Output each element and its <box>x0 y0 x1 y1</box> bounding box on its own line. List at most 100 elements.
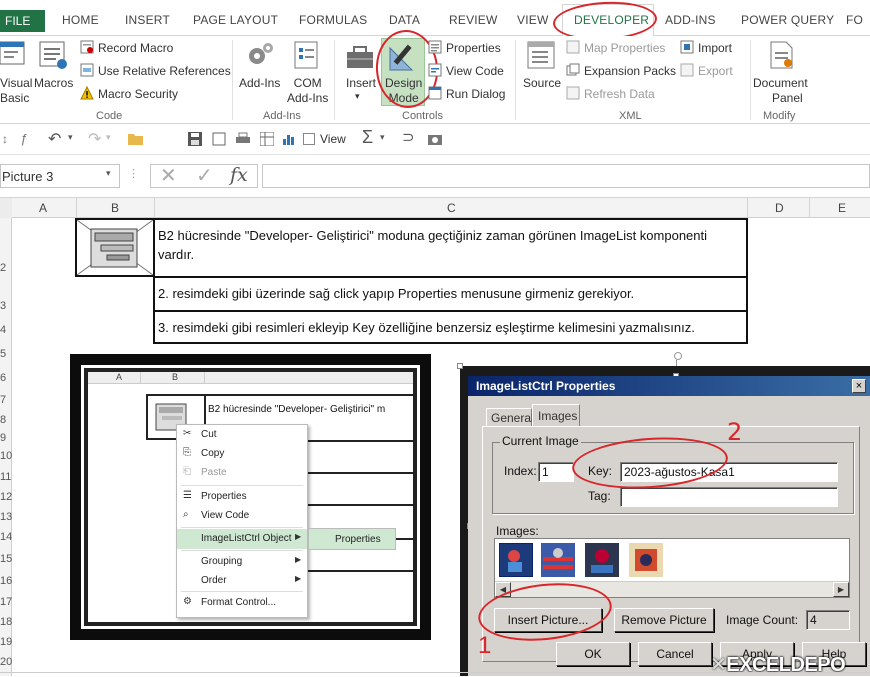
undo-dropdown-icon[interactable]: ▾ <box>68 132 73 143</box>
row-header[interactable]: 18 <box>0 616 12 628</box>
add-ins-button[interactable]: Add-Ins <box>239 76 280 90</box>
tab-add-ins[interactable]: ADD-INS <box>665 13 716 27</box>
tab-images[interactable]: Images <box>532 404 580 426</box>
row-header[interactable]: 5 <box>0 348 6 360</box>
insert-function-small-icon[interactable]: ƒ <box>20 131 27 146</box>
row-header[interactable]: 8 <box>0 414 6 426</box>
redo-dropdown-icon[interactable]: ▾ <box>106 132 111 143</box>
row-header[interactable]: 6 <box>0 372 6 384</box>
enter-check-icon[interactable]: ✓ <box>196 163 213 188</box>
menu-item-cut[interactable]: Cut <box>177 425 307 445</box>
row-header[interactable]: 10 <box>0 450 12 462</box>
open-folder-icon[interactable] <box>128 132 144 146</box>
tab-review[interactable]: REVIEW <box>449 13 498 27</box>
view-code-button[interactable]: View Code <box>446 64 504 78</box>
ok-button[interactable]: OK <box>556 642 630 666</box>
attach-paperclip-icon[interactable]: ⊃ <box>402 128 415 146</box>
row-header[interactable]: 9 <box>0 432 6 444</box>
export-button[interactable]: Export <box>698 64 733 78</box>
tab-home[interactable]: HOME <box>62 13 99 27</box>
sort-icon[interactable]: ↕ <box>2 132 8 146</box>
image-thumb-3[interactable] <box>585 543 619 577</box>
insert-function-fx-icon[interactable]: fx <box>230 164 248 186</box>
row-header[interactable]: 3 <box>0 300 6 312</box>
menu-item-view-code[interactable]: View Code <box>177 506 307 526</box>
chart-icon[interactable] <box>282 132 296 146</box>
tab-insert[interactable]: INSERT <box>125 13 170 27</box>
print-icon[interactable] <box>236 132 250 146</box>
autosum-sigma-icon[interactable]: Σ <box>362 127 373 148</box>
redo-icon[interactable]: ↷ <box>88 129 101 149</box>
scroll-right-arrow-icon[interactable]: ▶ <box>833 582 849 597</box>
dialog-close-button[interactable]: × <box>852 379 866 393</box>
document-panel-button[interactable]: Document Panel <box>753 76 808 106</box>
menu-item-imagelistctrl-object[interactable]: ImageListCtrl Object <box>177 529 307 549</box>
cancel-x-icon[interactable]: ✕ <box>160 163 177 188</box>
view-checkbox[interactable] <box>303 133 315 145</box>
row-header[interactable]: 4 <box>0 324 6 336</box>
column-header-e[interactable]: E <box>838 201 846 215</box>
column-header-b[interactable]: B <box>111 201 119 215</box>
menu-item-paste[interactable]: Paste <box>177 463 307 483</box>
expansion-packs-button[interactable]: Expansion Packs <box>584 64 676 78</box>
camera-icon[interactable] <box>428 132 442 146</box>
cell-c3[interactable]: 2. resimdeki gibi üzerinde sağ click yap… <box>153 276 748 312</box>
tag-input[interactable] <box>620 487 838 507</box>
formula-input[interactable] <box>262 164 870 188</box>
tab-formulas[interactable]: FORMULAS <box>299 13 367 27</box>
tab-general[interactable]: General <box>486 408 534 426</box>
row-header[interactable]: 19 <box>0 636 12 648</box>
menu-item-properties[interactable]: Properties <box>177 487 307 507</box>
refresh-data-button[interactable]: Refresh Data <box>584 87 655 101</box>
row-header[interactable]: 7 <box>0 394 6 406</box>
record-macro-button[interactable]: Record Macro <box>98 41 173 55</box>
tab-page-layout[interactable]: PAGE LAYOUT <box>193 13 278 27</box>
macros-button[interactable]: Macros <box>34 76 73 90</box>
row-header[interactable]: 20 <box>0 656 12 668</box>
image-thumb-1[interactable] <box>499 543 533 577</box>
insert-controls-button[interactable]: Insert <box>346 76 376 90</box>
row-header[interactable]: 17 <box>0 596 12 608</box>
save-icon[interactable] <box>188 132 202 146</box>
menu-item-grouping[interactable]: Grouping <box>177 552 307 572</box>
row-header[interactable]: 13 <box>0 511 12 523</box>
tab-power-query[interactable]: POWER QUERY <box>741 13 834 27</box>
menu-item-format-control[interactable]: Format Control... <box>177 593 307 613</box>
row-header[interactable]: 11 <box>0 471 11 483</box>
print-preview-icon[interactable] <box>212 132 226 146</box>
row-header[interactable]: 16 <box>0 575 12 587</box>
row-header[interactable]: 2 <box>0 262 6 274</box>
use-relative-references-button[interactable]: Use Relative References <box>98 64 231 78</box>
table-icon[interactable] <box>260 132 274 146</box>
tab-view[interactable]: VIEW <box>517 13 548 27</box>
imagelist-control-picture[interactable] <box>75 218 155 277</box>
name-box[interactable]: Picture 3 <box>0 164 120 188</box>
map-properties-button[interactable]: Map Properties <box>584 41 665 55</box>
resize-handle[interactable] <box>457 363 463 369</box>
row-header[interactable]: 12 <box>0 491 12 503</box>
image-thumb-2[interactable] <box>541 543 575 577</box>
autosum-dropdown-icon[interactable]: ▾ <box>380 132 385 143</box>
tab-file[interactable]: FILE <box>0 10 45 32</box>
image-thumb-4[interactable] <box>629 543 663 577</box>
column-header-d[interactable]: D <box>775 201 784 215</box>
xml-source-button[interactable]: Source <box>523 76 561 90</box>
com-add-ins-button[interactable]: COM Add-Ins <box>287 76 328 106</box>
cell-c2[interactable]: B2 hücresinde "Developer- Geliştirici" m… <box>153 218 748 278</box>
import-button[interactable]: Import <box>698 41 732 55</box>
column-header-a[interactable]: A <box>39 201 47 215</box>
visual-basic-button[interactable]: Visual Basic <box>0 76 32 106</box>
tab-data[interactable]: DATA <box>389 13 420 27</box>
undo-icon[interactable]: ↶ <box>48 129 61 149</box>
row-header[interactable]: 14 <box>0 531 12 543</box>
column-header-c[interactable]: C <box>447 201 456 215</box>
cancel-button[interactable]: Cancel <box>638 642 712 666</box>
menu-item-copy[interactable]: Copy <box>177 444 307 464</box>
cell-c4[interactable]: 3. resimdeki gibi resimleri ekleyip Key … <box>153 310 748 344</box>
macro-security-button[interactable]: Macro Security <box>98 87 178 101</box>
select-all-corner[interactable] <box>0 198 12 218</box>
row-header[interactable]: 15 <box>0 553 12 565</box>
submenu-item-properties[interactable]: Properties <box>335 534 381 545</box>
remove-picture-button[interactable]: Remove Picture <box>614 608 714 632</box>
tab-more[interactable]: FO <box>846 13 863 27</box>
